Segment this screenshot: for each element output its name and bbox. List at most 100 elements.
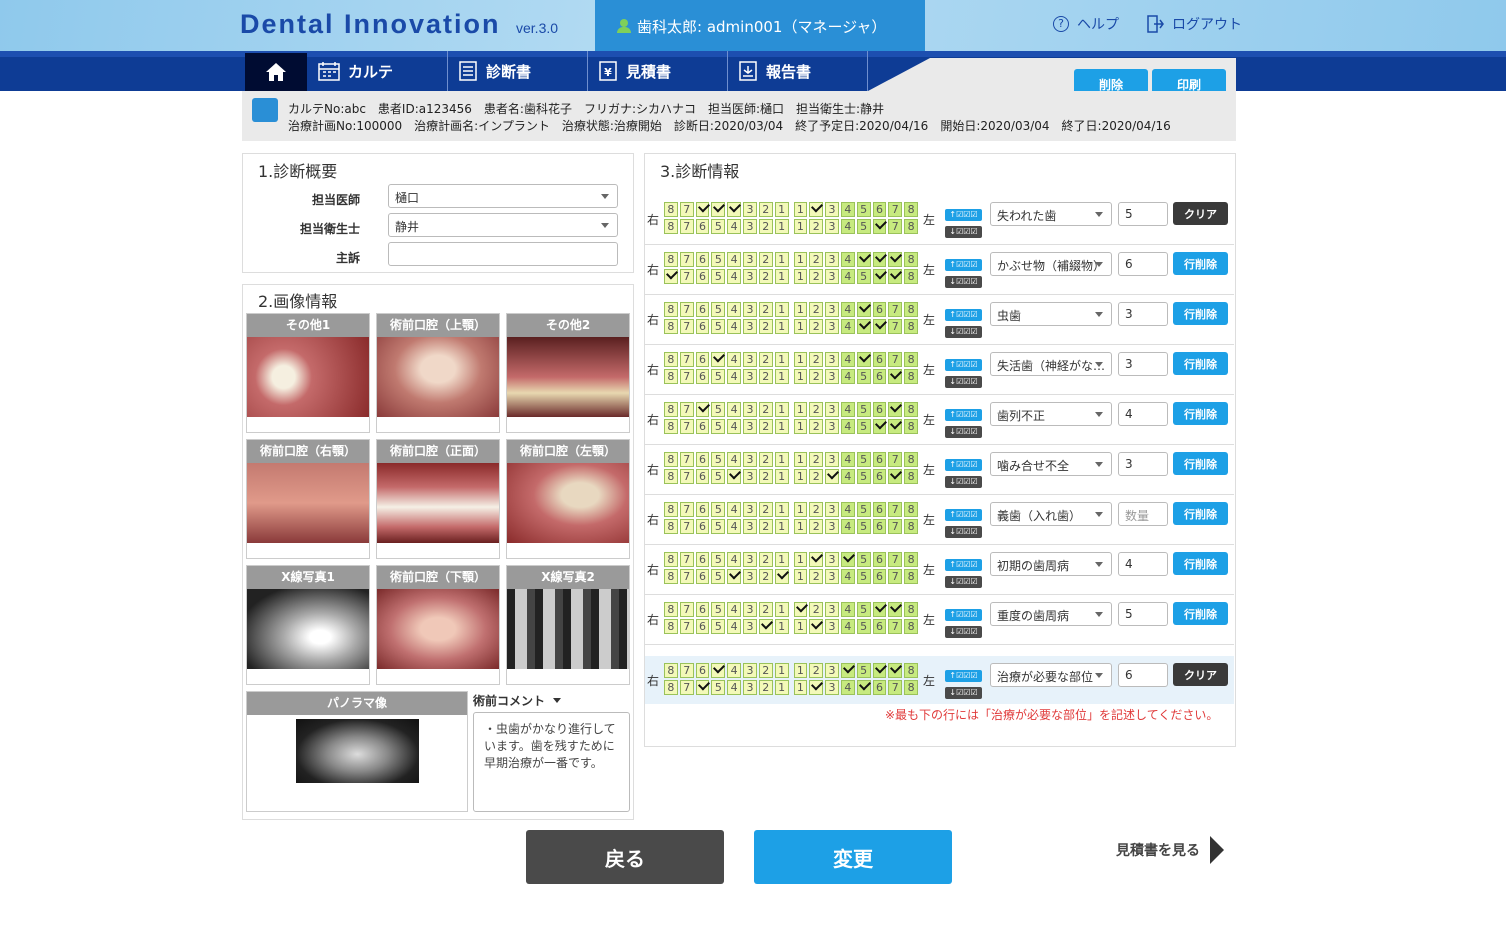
image-thumbnail[interactable] <box>247 337 369 417</box>
tooth-checkbox[interactable]: 7 <box>888 352 903 367</box>
tooth-checkbox[interactable]: 7 <box>888 680 903 695</box>
tooth-checkbox[interactable]: 8 <box>664 602 678 617</box>
tooth-checkbox[interactable] <box>664 269 678 284</box>
tooth-checkbox[interactable]: 8 <box>904 269 918 284</box>
tooth-checkbox[interactable]: 3 <box>825 369 839 384</box>
tooth-checkbox[interactable]: 8 <box>904 552 918 567</box>
select-lower-button[interactable]: ↓☑☑☑ <box>945 426 982 438</box>
tooth-checkbox[interactable]: 7 <box>679 619 694 634</box>
tooth-checkbox[interactable]: 1 <box>793 269 808 284</box>
diagnosis-type-select[interactable]: 初期の歯周病 <box>990 552 1112 576</box>
tooth-checkbox[interactable]: 2 <box>758 602 773 617</box>
tooth-checkbox[interactable]: 2 <box>809 269 824 284</box>
tooth-checkbox[interactable]: 8 <box>664 680 678 695</box>
tooth-checkbox[interactable] <box>856 319 871 334</box>
tooth-checkbox[interactable]: 3 <box>743 269 757 284</box>
tooth-checkbox[interactable]: 7 <box>888 452 903 467</box>
tooth-checkbox[interactable]: 8 <box>664 302 678 317</box>
tooth-checkbox[interactable]: 5 <box>856 202 871 217</box>
select-lower-button[interactable]: ↓☑☑☑ <box>945 476 982 488</box>
tooth-checkbox[interactable]: 4 <box>840 519 855 534</box>
tooth-checkbox[interactable]: 7 <box>679 269 694 284</box>
tooth-checkbox[interactable]: 3 <box>825 569 839 584</box>
tooth-checkbox[interactable]: 2 <box>758 219 773 234</box>
tooth-checkbox[interactable]: 6 <box>872 569 887 584</box>
tooth-checkbox[interactable]: 6 <box>872 369 887 384</box>
tooth-checkbox[interactable]: 6 <box>872 619 887 634</box>
tooth-checkbox[interactable] <box>888 269 903 284</box>
tooth-checkbox[interactable]: 7 <box>679 202 694 217</box>
tooth-checkbox[interactable]: 1 <box>774 663 789 678</box>
tooth-checkbox[interactable]: 3 <box>825 352 839 367</box>
tooth-checkbox[interactable]: 8 <box>904 402 918 417</box>
tooth-checkbox[interactable] <box>856 252 871 267</box>
tooth-checkbox[interactable]: 7 <box>888 569 903 584</box>
tooth-checkbox[interactable]: 3 <box>825 680 839 695</box>
tooth-checkbox[interactable]: 5 <box>711 519 726 534</box>
tooth-checkbox[interactable]: 7 <box>888 302 903 317</box>
tooth-checkbox[interactable]: 5 <box>856 663 871 678</box>
tooth-checkbox[interactable]: 8 <box>904 569 918 584</box>
tooth-checkbox[interactable] <box>856 302 871 317</box>
diagnosis-type-select[interactable]: 治療が必要な部位 <box>990 663 1112 687</box>
tooth-checkbox[interactable]: 4 <box>840 402 855 417</box>
tooth-checkbox[interactable]: 7 <box>888 519 903 534</box>
panorama-image[interactable] <box>295 719 419 783</box>
tooth-checkbox[interactable]: 3 <box>743 619 757 634</box>
tooth-checkbox[interactable]: 6 <box>872 402 887 417</box>
image-card[interactable]: 術前口腔（下顎） <box>376 565 500 685</box>
tooth-checkbox[interactable]: 1 <box>774 352 789 367</box>
tooth-checkbox[interactable]: 4 <box>727 402 742 417</box>
tooth-checkbox[interactable]: 2 <box>758 269 773 284</box>
tooth-checkbox[interactable]: 1 <box>793 469 808 484</box>
tooth-checkbox[interactable]: 8 <box>904 352 918 367</box>
tooth-checkbox[interactable] <box>695 202 710 217</box>
tooth-checkbox[interactable]: 5 <box>711 219 726 234</box>
tooth-checkbox[interactable] <box>872 663 887 678</box>
tooth-checkbox[interactable]: 4 <box>727 663 742 678</box>
back-button[interactable]: 戻る <box>526 830 724 884</box>
tooth-checkbox[interactable]: 1 <box>793 419 808 434</box>
image-thumbnail[interactable] <box>377 337 499 417</box>
tooth-checkbox[interactable] <box>809 552 824 567</box>
image-card[interactable]: 術前口腔（上顎） <box>376 313 500 433</box>
tooth-checkbox[interactable]: 3 <box>825 219 839 234</box>
tooth-checkbox[interactable]: 3 <box>743 419 757 434</box>
tooth-checkbox[interactable]: 1 <box>793 452 808 467</box>
tooth-checkbox[interactable]: 4 <box>840 452 855 467</box>
tooth-checkbox[interactable]: 2 <box>809 452 824 467</box>
tooth-checkbox[interactable]: 1 <box>793 519 808 534</box>
tooth-checkbox[interactable]: 3 <box>743 452 757 467</box>
tooth-checkbox[interactable]: 7 <box>679 469 694 484</box>
tooth-checkbox[interactable]: 3 <box>743 469 757 484</box>
tooth-checkbox[interactable]: 8 <box>904 319 918 334</box>
tooth-checkbox[interactable]: 3 <box>825 602 839 617</box>
select-lower-button[interactable]: ↓☑☑☑ <box>945 687 982 699</box>
select-upper-button[interactable]: ↑☑☑☑ <box>945 359 982 371</box>
tooth-checkbox[interactable]: 5 <box>856 602 871 617</box>
delete-row-button[interactable]: 行削除 <box>1173 252 1228 275</box>
tooth-checkbox[interactable] <box>711 663 726 678</box>
tooth-checkbox[interactable]: 3 <box>743 319 757 334</box>
image-card[interactable]: その他1 <box>246 313 370 433</box>
tooth-checkbox[interactable]: 6 <box>872 680 887 695</box>
tooth-checkbox[interactable]: 7 <box>679 602 694 617</box>
delete-row-button[interactable]: 行削除 <box>1173 502 1228 525</box>
tooth-checkbox[interactable]: 6 <box>872 352 887 367</box>
tooth-checkbox[interactable]: 4 <box>840 569 855 584</box>
quantity-input[interactable]: 4 <box>1118 552 1168 576</box>
clear-button[interactable]: クリア <box>1173 663 1228 686</box>
tooth-checkbox[interactable]: 7 <box>679 680 694 695</box>
tooth-checkbox[interactable]: 6 <box>872 302 887 317</box>
tooth-checkbox[interactable]: 5 <box>856 469 871 484</box>
tooth-checkbox[interactable]: 6 <box>695 419 710 434</box>
tooth-checkbox[interactable]: 2 <box>758 469 773 484</box>
tooth-checkbox[interactable]: 2 <box>809 502 824 517</box>
tooth-checkbox[interactable]: 8 <box>664 252 678 267</box>
tooth-checkbox[interactable]: 2 <box>809 252 824 267</box>
tooth-checkbox[interactable]: 1 <box>793 663 808 678</box>
tooth-checkbox[interactable]: 2 <box>758 302 773 317</box>
tooth-checkbox[interactable]: 4 <box>727 269 742 284</box>
tooth-checkbox[interactable]: 1 <box>793 202 808 217</box>
tooth-checkbox[interactable]: 1 <box>774 269 789 284</box>
